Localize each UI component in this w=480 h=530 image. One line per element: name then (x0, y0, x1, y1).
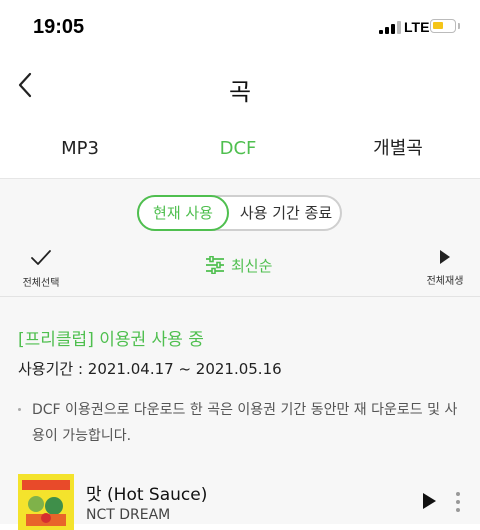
usage-segment-control: 현재 사용 사용 기간 종료 (137, 195, 342, 231)
more-options-icon[interactable] (454, 491, 462, 513)
section-divider (0, 296, 480, 297)
status-time: 19:05 (33, 16, 85, 38)
content-area: 현재 사용 사용 기간 종료 전체선택 최신순 전체재생 [프리클럽] 이용권 … (0, 179, 480, 530)
tab-bar: MP3 DCF 개별곡 (0, 120, 480, 179)
tab-individual[interactable]: 개별곡 (358, 120, 438, 178)
page-title: 곡 (228, 78, 252, 106)
network-label: LTE (404, 19, 430, 35)
checkmark-icon (31, 250, 51, 265)
bullet-icon (18, 408, 21, 411)
battery-icon (430, 19, 456, 33)
play-icon (440, 250, 450, 264)
notice-text: DCF 이용권으로 다운로드 한 곡은 이용권 기간 동안만 재 다운로드 및 … (18, 397, 468, 449)
tab-dcf[interactable]: DCF (198, 120, 278, 178)
list-toolbar: 전체선택 최신순 전체재생 (0, 243, 480, 295)
sort-button[interactable]: 최신순 (205, 253, 272, 277)
subscription-status: [프리클럽] 이용권 사용 중 (18, 330, 204, 350)
subscription-period: 사용기간 : 2021.04.17 ~ 2021.05.16 (18, 360, 282, 378)
tab-mp3[interactable]: MP3 (40, 120, 120, 178)
signal-icon (379, 20, 401, 34)
notice-body: DCF 이용권으로 다운로드 한 곡은 이용권 기간 동안만 재 다운로드 및 … (32, 402, 458, 444)
select-all-label: 전체선택 (22, 278, 60, 289)
play-all-label: 전체재생 (426, 276, 464, 287)
track-row[interactable]: 맛 (Hot Sauce) NCT DREAM (0, 469, 480, 530)
segment-current-use[interactable]: 현재 사용 (137, 195, 229, 231)
artist-name: NCT DREAM (86, 507, 171, 523)
sliders-icon (206, 256, 224, 274)
segment-expired[interactable]: 사용 기간 종료 (231, 197, 341, 229)
song-title: 맛 (Hot Sauce) (86, 485, 208, 505)
sort-label: 최신순 (231, 256, 273, 275)
select-all-button[interactable]: 전체선택 (18, 249, 64, 289)
track-play-icon[interactable] (420, 492, 438, 510)
header: 곡 (0, 56, 480, 120)
album-art (18, 474, 74, 530)
status-bar: 19:05 LTE (0, 0, 480, 56)
play-all-button[interactable]: 전체재생 (420, 249, 470, 287)
battery-tip (458, 23, 460, 29)
